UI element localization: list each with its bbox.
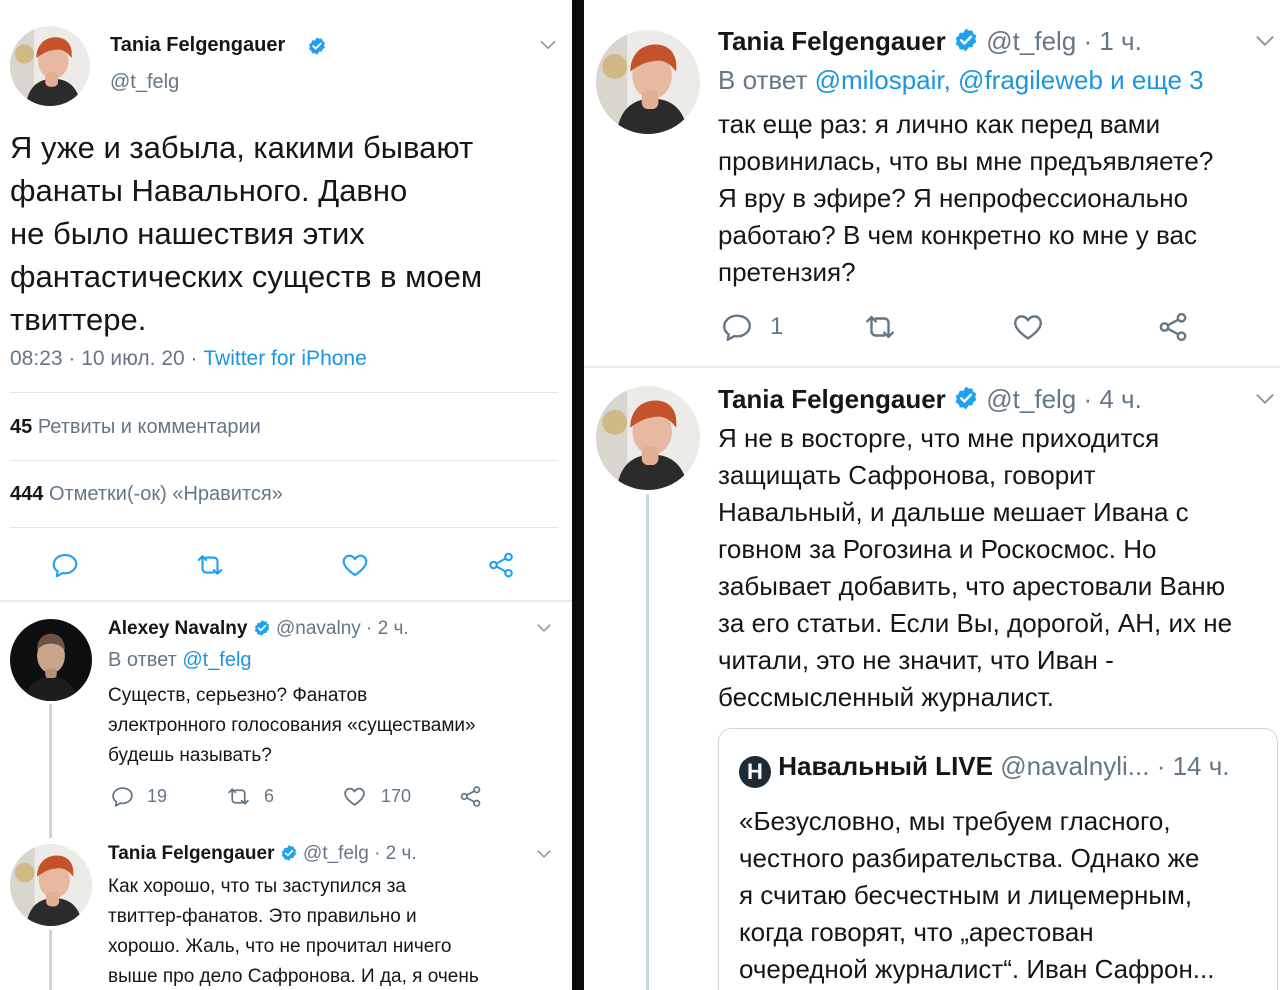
screenshot-divider <box>572 0 584 990</box>
share-icon <box>1156 310 1190 344</box>
quoted-author-name: Навальный LIVE <box>778 751 993 781</box>
chevron-down-icon[interactable] <box>1252 28 1278 54</box>
share-icon <box>486 550 516 580</box>
reply-context: В ответ @t_felg <box>108 649 252 672</box>
avatar[interactable] <box>596 386 700 490</box>
author-name[interactable]: Tania Felgengauer <box>718 26 946 56</box>
likes-count: 444 <box>10 483 44 505</box>
reply-icon <box>110 784 135 809</box>
quoted-tweet-header: Н Навальный LIVE @navalnyli... · 14 ч. <box>739 751 1229 788</box>
quoted-tweet-time: · 14 ч. <box>1156 751 1230 781</box>
reply-prefix: В ответ <box>718 65 815 95</box>
thread-line <box>49 930 52 990</box>
divider <box>10 527 558 528</box>
author-handle[interactable]: @t_felg <box>110 71 179 94</box>
reply-to-link[interactable]: @t_felg <box>182 649 251 671</box>
avatar[interactable] <box>10 844 92 926</box>
tweet-text: Существ, серьезно? Фанатов электронного … <box>108 685 476 766</box>
chevron-down-icon[interactable] <box>537 34 559 56</box>
right-screenshot: Tania Felgengauer @t_felg · 1 ч. В ответ… <box>584 0 1280 990</box>
reply-icon <box>720 310 754 344</box>
like-button[interactable] <box>340 550 370 580</box>
verified-badge-icon <box>253 619 271 637</box>
reply-to-link[interactable]: @milospair, @fragileweb и еще 3 <box>815 65 1204 95</box>
share-button[interactable] <box>486 550 516 580</box>
reply-count: 19 <box>147 786 168 806</box>
tweet-text: Я уже и забыла, какими бывают фанаты Нав… <box>10 130 483 337</box>
like-icon <box>342 784 367 809</box>
reply-context: В ответ @milospair, @fragileweb и еще 3 <box>718 65 1204 96</box>
share-icon <box>458 784 483 809</box>
like-icon <box>1011 310 1045 344</box>
chevron-down-icon[interactable] <box>1252 386 1278 412</box>
avatar[interactable] <box>10 26 90 106</box>
verified-badge-icon <box>953 27 979 53</box>
tweet-text: Как хорошо, что ты заступился за твиттер… <box>108 876 479 987</box>
verified-badge-icon <box>280 844 298 862</box>
retweet-icon <box>862 310 898 344</box>
like-button[interactable]: 170 <box>342 784 411 809</box>
reply-prefix: В ответ <box>108 649 183 671</box>
avatar[interactable] <box>10 619 92 701</box>
verified-badge-icon <box>953 385 979 411</box>
chevron-down-icon[interactable] <box>534 618 554 638</box>
tweet-timestamp: 08:23 · 10 июл. 20 · Twitter for iPhone <box>10 347 367 371</box>
divider <box>0 600 572 602</box>
author-name[interactable]: Tania Felgengauer <box>718 384 946 414</box>
retweet-button[interactable] <box>194 550 226 580</box>
thread-line <box>646 494 649 990</box>
retweets-count: 45 <box>10 416 33 438</box>
likes-stat[interactable]: 444 Отметки(-ок) «Нравится» <box>10 483 283 506</box>
share-button[interactable] <box>458 784 483 809</box>
tweet-source[interactable]: Twitter for iPhone <box>203 347 366 370</box>
retweet-icon <box>225 784 252 809</box>
tweet-text: так еще раз: я лично как перед вами пров… <box>718 109 1214 287</box>
retweet-button[interactable] <box>862 310 898 344</box>
like-button[interactable] <box>1011 310 1045 344</box>
like-count: 170 <box>381 786 412 806</box>
left-screenshot: Tania Felgengauer @t_felg Я уже и забыла… <box>0 0 572 990</box>
reply-icon <box>50 550 80 580</box>
reply-button[interactable] <box>50 550 80 580</box>
author-name[interactable]: Alexey Navalny <box>108 618 247 639</box>
divider <box>10 392 558 393</box>
avatar[interactable] <box>596 30 700 134</box>
retweet-icon <box>194 550 226 580</box>
author-name[interactable]: Tania Felgengauer <box>108 843 274 864</box>
navalny-live-logo: Н <box>739 756 771 788</box>
chevron-down-icon[interactable] <box>534 844 554 864</box>
quoted-tweet[interactable]: Н Навальный LIVE @navalnyli... · 14 ч. «… <box>718 728 1278 990</box>
divider <box>584 366 1280 368</box>
quoted-tweet-text: «Безусловно, мы требуем гласного, честно… <box>739 806 1215 984</box>
retweets-label: Ретвиты и комментарии <box>37 416 261 438</box>
tweet-meta[interactable]: @t_felg · 2 ч. <box>303 843 417 864</box>
reply-button[interactable]: 1 <box>720 310 783 344</box>
tweet-header: Tania Felgengauer @t_felg · 2 ч. <box>108 843 417 865</box>
tweet-meta[interactable]: @navalny · 2 ч. <box>276 618 409 639</box>
reply-count: 1 <box>770 313 784 340</box>
like-icon <box>340 550 370 580</box>
tweet-text: Я не в восторге, что мне приходится защи… <box>718 423 1233 712</box>
verified-badge-icon <box>307 36 327 56</box>
retweet-count: 6 <box>264 786 275 806</box>
thread-line <box>49 704 52 838</box>
retweets-stat[interactable]: 45 Ретвиты и комментарии <box>10 416 261 439</box>
share-button[interactable] <box>1156 310 1190 344</box>
tweet-meta[interactable]: @t_felg · 1 ч. <box>986 26 1142 56</box>
tweet-time: 08:23 · 10 июл. 20 · <box>10 347 204 370</box>
likes-label: Отметки(-ок) «Нравится» <box>48 483 283 505</box>
author-name[interactable]: Tania Felgengauer <box>110 34 285 57</box>
tweet-header: Tania Felgengauer @t_felg · 1 ч. <box>718 26 1142 57</box>
tweet-header: Tania Felgengauer @t_felg · 4 ч. <box>718 384 1142 415</box>
quoted-author-handle: @navalnyli... <box>1000 751 1150 781</box>
retweet-button[interactable]: 6 <box>225 784 274 809</box>
divider <box>10 460 558 461</box>
tweet-header: Alexey Navalny @navalny · 2 ч. <box>108 618 409 640</box>
reply-button[interactable]: 19 <box>110 784 167 809</box>
tweet-meta[interactable]: @t_felg · 4 ч. <box>986 384 1142 414</box>
